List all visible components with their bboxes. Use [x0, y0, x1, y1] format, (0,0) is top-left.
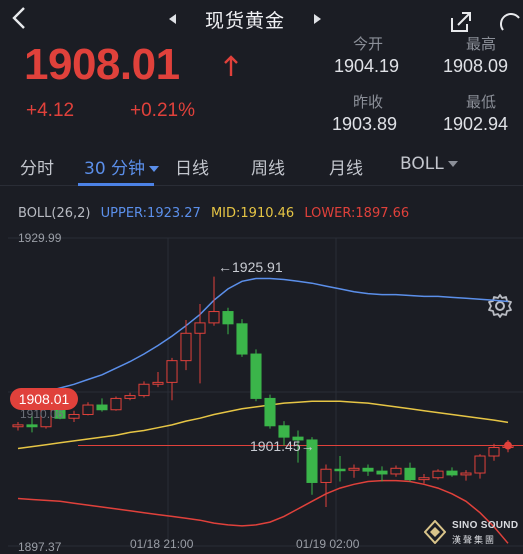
- candle-body: [278, 425, 290, 438]
- logo-mark-icon: [424, 520, 446, 544]
- candle-body: [194, 322, 206, 334]
- tab-label: 分时: [20, 159, 54, 179]
- candle-body: [68, 413, 80, 419]
- boll-mid: MID:1910.46: [210, 206, 295, 221]
- back-arrow-icon[interactable]: [8, 4, 32, 32]
- tab-30min[interactable]: 30 分钟: [84, 154, 160, 179]
- open-label: 今开: [353, 35, 384, 53]
- logo-subtext: 漢聲集團: [452, 536, 497, 546]
- refresh-icon[interactable]: [497, 10, 523, 34]
- candle-body: [460, 472, 472, 476]
- candle-body: [446, 470, 458, 476]
- candle-body: [334, 468, 346, 472]
- candle-body: [362, 467, 374, 472]
- y-axis-bottom-label: 1897.37: [18, 540, 62, 554]
- tab-label: 周线: [251, 159, 285, 179]
- chevron-down-icon: [447, 161, 458, 167]
- candle-body: [488, 447, 500, 457]
- current-price: 1908.01: [24, 40, 180, 89]
- open-value: 1904.19: [334, 56, 400, 76]
- logo-text: SINO SOUND: [452, 520, 519, 531]
- low-annotation: 1901.45→: [250, 438, 315, 454]
- x-axis-label: 01/18 21:00: [130, 537, 194, 551]
- candle-body: [96, 404, 108, 411]
- high-label: 最高: [466, 35, 497, 53]
- up-arrow-icon: [224, 55, 238, 76]
- tab-label: 月线: [329, 159, 363, 179]
- next-instrument-icon[interactable]: [310, 12, 324, 26]
- top-nav: 现货黄金: [0, 0, 523, 36]
- candle-body: [166, 360, 178, 383]
- candle-body: [208, 311, 220, 324]
- candle-body: [110, 397, 122, 411]
- boll-name: BOLL(26,2): [18, 206, 91, 221]
- candle-body: [404, 467, 416, 481]
- sino-sound-logo: SINO SOUND 漢聲集團: [424, 518, 520, 548]
- candle-body: [376, 470, 388, 475]
- candle-body: [222, 311, 234, 325]
- tab-timeshare[interactable]: 分时: [20, 154, 54, 179]
- candle-body: [138, 383, 150, 397]
- candle-body: [250, 353, 262, 399]
- low-value: 1902.94: [443, 114, 509, 134]
- last-price-dot: [504, 441, 512, 450]
- candle-body: [348, 467, 360, 471]
- tab-label: BOLL: [400, 154, 444, 174]
- candle-body: [152, 381, 164, 385]
- high-value: 1908.09: [443, 56, 509, 76]
- prev-close-label: 昨收: [353, 93, 384, 111]
- boll-legend: BOLL(26,2) UPPER:1923.27 MID:1910.46 LOW…: [18, 206, 415, 221]
- candle-body: [320, 468, 332, 483]
- prev-close-value: 1903.89: [332, 114, 398, 134]
- chevron-down-icon: [149, 166, 160, 172]
- candle-body: [474, 455, 486, 474]
- previous-instrument-icon[interactable]: [166, 12, 180, 26]
- tab-daily[interactable]: 日线: [175, 154, 209, 179]
- candle-body: [12, 424, 24, 428]
- tab-indicator-boll[interactable]: BOLL: [400, 154, 458, 174]
- tab-weekly[interactable]: 周线: [251, 154, 285, 179]
- candle-body: [390, 467, 402, 475]
- candle-body: [180, 332, 192, 362]
- tab-label: 30 分钟: [84, 159, 146, 179]
- boll-lower: LOWER:1897.66: [304, 206, 410, 221]
- page-title: 现货黄金: [205, 10, 286, 32]
- tab-monthly[interactable]: 月线: [329, 154, 363, 179]
- current-price-badge: 1908.01: [10, 388, 78, 410]
- high-annotation: ←1925.91: [218, 259, 283, 275]
- candle-body: [418, 477, 430, 481]
- candle-body: [432, 470, 444, 479]
- share-icon[interactable]: [449, 10, 473, 34]
- y-axis-top-label: 1929.99: [18, 231, 62, 245]
- candle-body: [82, 404, 94, 415]
- candle-body: [26, 424, 38, 428]
- x-axis-label: 01/19 02:00: [296, 537, 360, 551]
- period-tabs: 分时 30 分钟 日线 周线 月线 BOLL: [0, 142, 523, 318]
- tab-label: 日线: [175, 159, 209, 179]
- price-change-percent: +0.21%: [130, 100, 195, 121]
- boll-upper: UPPER:1923.27: [100, 206, 201, 221]
- candle-body: [236, 323, 248, 355]
- boll-upper-line: [17, 277, 509, 400]
- active-tab-indicator: [78, 183, 154, 186]
- candle-body: [124, 395, 136, 399]
- candlestick-chart[interactable]: [0, 228, 523, 554]
- price-change: +4.12: [26, 100, 75, 121]
- low-label: 最低: [466, 93, 497, 111]
- candle-body: [264, 397, 276, 427]
